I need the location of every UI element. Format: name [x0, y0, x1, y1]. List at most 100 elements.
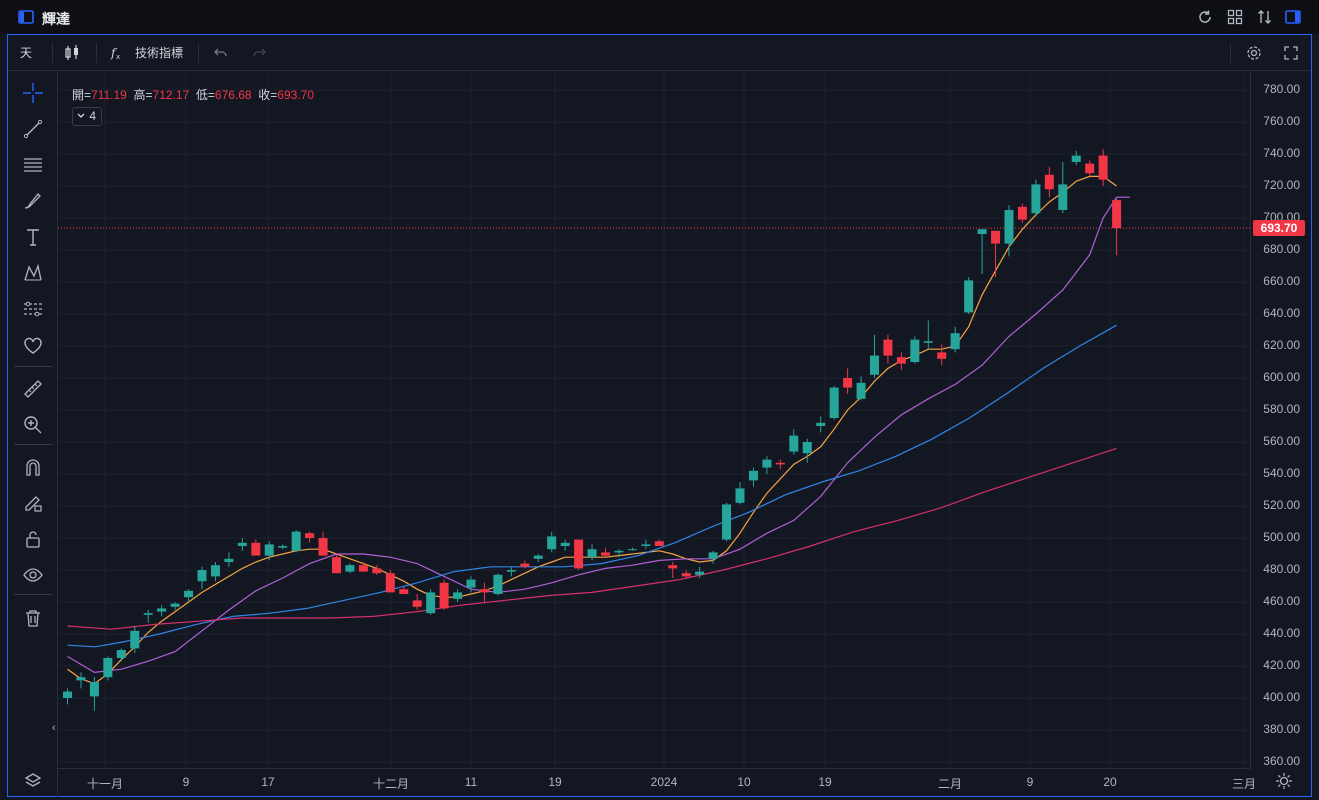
price-tick: 460.00 [1263, 594, 1300, 608]
candle [224, 552, 234, 567]
candle [157, 605, 167, 617]
fullscreen-icon[interactable] [1282, 44, 1300, 62]
candle-body [224, 558, 234, 562]
interval-button[interactable]: 天 [20, 44, 32, 62]
time-tick: 19 [548, 775, 562, 789]
unlock-icon[interactable] [22, 528, 44, 550]
sort-icon[interactable] [1256, 8, 1274, 26]
candle-body [1058, 184, 1068, 210]
indicators-collapse-button[interactable]: 4 [72, 107, 102, 126]
crosshair-icon[interactable] [22, 82, 44, 104]
candle-body [789, 435, 799, 452]
panel-left-icon[interactable] [17, 8, 35, 26]
candle-body [143, 613, 153, 615]
candle [802, 438, 812, 463]
candle [601, 547, 610, 558]
brush-icon[interactable] [22, 190, 44, 212]
heart-icon[interactable] [22, 334, 44, 356]
grid-layout-icon[interactable] [1226, 8, 1244, 26]
candle-body [1044, 174, 1054, 190]
magnet-icon[interactable] [22, 456, 44, 478]
panel-right-icon[interactable] [1284, 8, 1302, 26]
trend-line-icon[interactable] [22, 118, 44, 140]
price-axis[interactable]: 780.00 760.00 740.00 720.00 700.00 680.00 660.… [1250, 72, 1311, 768]
candle-body [197, 570, 207, 582]
candle-body [964, 280, 974, 313]
undo-icon[interactable] [212, 44, 230, 62]
candle-body [802, 442, 812, 454]
candle-body [1085, 163, 1095, 174]
candle [506, 566, 516, 577]
candle [681, 570, 691, 578]
candle [560, 539, 570, 551]
candle [345, 563, 355, 574]
text-icon[interactable] [22, 226, 44, 248]
moving-average-line [67, 324, 1117, 648]
price-tick: 440.00 [1263, 626, 1300, 640]
time-axis[interactable]: 十一月 9 17 十二月 11 19 2024 10 19 二月 9 20 三月 [58, 768, 1256, 797]
candle-body [910, 339, 920, 362]
lock-pencil-icon[interactable] [22, 492, 44, 514]
candle [63, 688, 72, 705]
tool-divider [14, 366, 52, 367]
layers-icon[interactable] [24, 772, 42, 790]
measure-ranges-icon[interactable] [22, 298, 44, 320]
candle [870, 334, 879, 378]
candle-body [1004, 210, 1014, 244]
close-label: 收= [258, 88, 278, 102]
redo-icon[interactable] [250, 44, 268, 62]
candle-body [318, 538, 328, 556]
candle [883, 334, 893, 364]
candle-body [547, 536, 557, 550]
sun-settings-icon[interactable] [1275, 772, 1293, 790]
zoom-in-icon[interactable] [22, 414, 44, 436]
ruler-icon[interactable] [22, 378, 44, 400]
price-tick: 620.00 [1263, 338, 1300, 352]
candle [479, 582, 489, 602]
svg-text:x: x [116, 53, 120, 61]
candle-body [654, 541, 664, 546]
candlestick-icon[interactable] [63, 44, 81, 62]
candle-body [587, 549, 597, 558]
open-label: 開= [72, 88, 92, 102]
indicator-count: 4 [89, 109, 97, 123]
candle-body [641, 544, 651, 546]
candle [627, 547, 637, 551]
candle [641, 539, 651, 550]
price-chart[interactable] [58, 72, 1250, 768]
candle-body [870, 355, 879, 375]
horizontal-lines-icon[interactable] [22, 154, 44, 176]
candle-body [681, 573, 691, 577]
price-tick: 540.00 [1263, 466, 1300, 480]
candle [816, 416, 826, 433]
candle [937, 344, 947, 366]
price-tick: 680.00 [1263, 242, 1300, 256]
candle [412, 594, 422, 610]
candle-body [574, 539, 584, 569]
candle-body [829, 387, 839, 418]
candle-body [305, 533, 315, 538]
eye-icon[interactable] [22, 564, 44, 586]
fx-icon: f x [110, 46, 120, 61]
price-tick: 660.00 [1263, 274, 1300, 288]
candle-body [426, 592, 436, 614]
candle-body [157, 608, 167, 612]
candle-body [439, 582, 449, 609]
moving-average-line [67, 196, 1130, 674]
gear-icon[interactable] [1245, 44, 1263, 62]
candle-body [816, 422, 826, 426]
low-value: 676.68 [214, 88, 252, 102]
trash-icon[interactable] [22, 607, 44, 629]
refresh-icon[interactable] [1196, 8, 1214, 26]
pattern-icon[interactable] [22, 262, 44, 284]
toolbar-divider [96, 43, 97, 63]
candle-body [950, 333, 960, 350]
candle-body [520, 563, 530, 567]
chevron-left-icon[interactable]: ‹ [52, 722, 56, 734]
candle-body [493, 574, 503, 594]
candle-body [237, 542, 247, 546]
candle [762, 456, 772, 474]
open-value: 711.19 [91, 88, 127, 102]
candle [977, 229, 987, 274]
candle-body [63, 691, 72, 698]
